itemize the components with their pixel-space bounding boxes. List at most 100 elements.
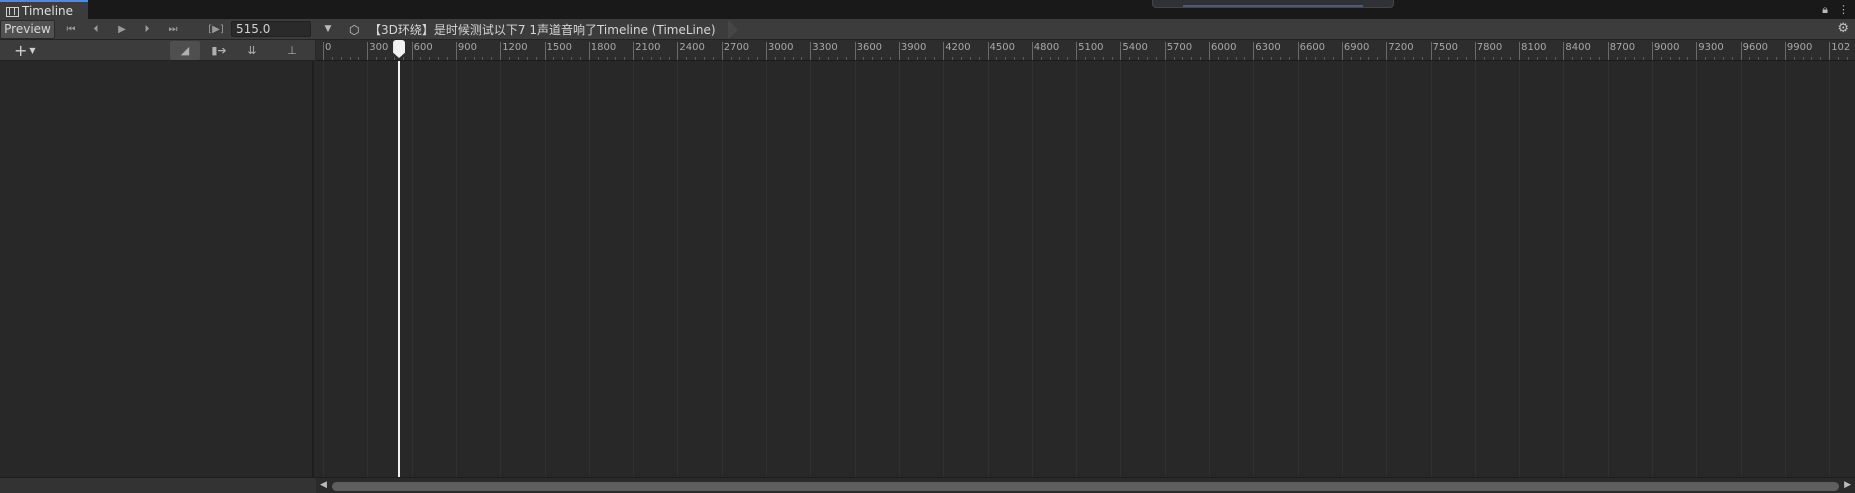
ruler-major-tick <box>1474 42 1476 60</box>
ruler-major-tick <box>1341 42 1343 60</box>
grid-line <box>1430 61 1432 477</box>
snap-button[interactable]: ◢ <box>170 41 200 60</box>
timeline-tab[interactable]: Timeline <box>0 0 88 19</box>
pin-button[interactable]: ⊥ <box>277 41 307 60</box>
ruler-major-tick <box>633 42 635 60</box>
grid-line <box>810 61 812 477</box>
grid-line <box>1164 61 1166 477</box>
ruler-minor-tick <box>881 57 883 60</box>
ruler-minor-tick <box>1501 57 1503 60</box>
ruler-minor-tick <box>792 57 794 60</box>
play-button[interactable]: ▶ <box>109 20 135 39</box>
ruler-minor-tick <box>1731 57 1733 60</box>
ruler-major-tick <box>677 42 679 60</box>
ruler-minor-tick <box>1616 57 1618 60</box>
add-track-button[interactable]: + ▼ <box>14 42 48 59</box>
ruler-minor-tick <box>1368 57 1370 60</box>
ruler-tick-label: 7800 <box>1476 42 1503 53</box>
ruler-tick-label: 0 <box>325 42 332 53</box>
goto-start-button[interactable]: ⏮ <box>58 20 84 39</box>
scroll-left-icon[interactable]: ◀ <box>320 480 327 490</box>
grid-line <box>1607 61 1609 477</box>
ruler-minor-tick <box>828 57 830 60</box>
ruler-minor-tick <box>1687 57 1689 60</box>
grid-line <box>367 61 369 477</box>
ruler-major-tick <box>1563 42 1565 60</box>
ruler-major-tick <box>1120 42 1122 60</box>
ruler-tick-label: 6300 <box>1255 42 1281 53</box>
track-list-panel[interactable] <box>0 61 314 477</box>
lock-icon[interactable]: 🔒︎ <box>1822 3 1828 17</box>
grid-line <box>987 61 989 477</box>
ruler-minor-tick <box>863 57 865 60</box>
time-ruler[interactable]: 0 300 600 900 1200 1500 1800 2100 2400 2700 3000 33… <box>316 40 1855 61</box>
ruler-minor-tick <box>491 57 493 60</box>
ruler-minor-tick <box>934 57 936 60</box>
ruler-major-tick <box>1652 42 1653 60</box>
grid-line <box>1031 61 1033 477</box>
ruler-minor-tick <box>393 57 395 60</box>
ruler-minor-tick <box>1173 57 1175 60</box>
kebab-menu-icon[interactable]: ⋮ <box>1838 3 1849 17</box>
ruler-tick-label: 9000 <box>1654 42 1680 53</box>
ruler-major-tick <box>898 42 900 60</box>
ruler-minor-tick <box>925 57 927 60</box>
next-frame-button[interactable]: ⏵ <box>134 20 160 39</box>
track-content-area[interactable] <box>316 61 1855 477</box>
ruler-minor-tick <box>331 57 333 60</box>
ruler-tick-label: 3600 <box>856 42 883 53</box>
overlay-popup-edge <box>1152 0 1394 8</box>
current-frame-field[interactable]: 515.0 <box>231 21 311 37</box>
ruler-minor-tick <box>597 57 599 60</box>
ruler-minor-tick <box>1403 57 1405 60</box>
grid-line <box>323 61 324 477</box>
grid-line <box>1696 61 1698 477</box>
goto-end-button[interactable]: ⏭ <box>160 20 186 39</box>
ruler-minor-tick <box>1598 57 1600 60</box>
ruler-major-tick <box>1829 42 1831 60</box>
ruler-tick-label: 1800 <box>590 42 617 53</box>
ruler-tick-label: 4200 <box>945 42 971 53</box>
ruler-minor-tick <box>1262 57 1264 60</box>
ruler-minor-tick <box>464 57 466 60</box>
ruler-minor-tick <box>1022 57 1024 60</box>
ruler-minor-tick <box>1589 57 1591 60</box>
scroll-right-icon[interactable]: ▶ <box>1844 480 1851 490</box>
playhead-line[interactable] <box>398 61 401 477</box>
ruler-major-tick <box>1209 42 1210 60</box>
ruler-minor-tick <box>1244 57 1246 60</box>
frame-mode-icon[interactable]: [▶] <box>204 20 228 39</box>
ruler-minor-tick <box>526 57 528 60</box>
ruler-tick-label: 9300 <box>1698 42 1724 53</box>
chevron-down-icon[interactable]: ▼ <box>320 21 336 37</box>
ruler-minor-tick <box>1049 57 1051 60</box>
ruler-minor-tick <box>606 57 608 60</box>
edit-mode-button[interactable]: ⇊ <box>237 41 267 60</box>
breadcrumb[interactable]: ⬡ 【3D环绕】是时候测试以下7 1声道音响了Timeline (TimeLin… <box>345 20 738 39</box>
ruler-minor-tick <box>1306 57 1308 60</box>
ruler-minor-tick <box>1200 57 1202 60</box>
ruler-minor-tick <box>1492 57 1494 60</box>
preview-button[interactable]: Preview <box>0 20 55 39</box>
horizontal-scrollbar[interactable]: ◀ ▶ <box>316 477 1855 493</box>
ruler-minor-tick <box>1315 57 1317 60</box>
ruler-minor-tick <box>845 57 847 60</box>
ruler-minor-tick <box>1581 57 1583 60</box>
ruler-major-tick <box>1430 42 1432 60</box>
ruler-tick-label: 102 <box>1831 42 1851 53</box>
ruler-minor-tick <box>553 57 555 60</box>
grid-line <box>1519 61 1521 477</box>
ruler-minor-tick <box>748 57 750 60</box>
ruler-minor-tick <box>1014 57 1016 60</box>
plus-icon: + <box>14 40 28 60</box>
gear-icon[interactable]: ⚙ <box>1837 21 1849 37</box>
ruler-major-tick <box>1076 42 1078 60</box>
ruler-tick-label: 8100 <box>1521 42 1547 53</box>
ruler-minor-tick <box>1359 57 1361 60</box>
prev-frame-button[interactable]: ⏴ <box>83 20 109 39</box>
cube-icon: ⬡ <box>349 22 360 37</box>
ruler-minor-tick <box>1554 57 1556 60</box>
scrollbar-thumb[interactable] <box>332 482 1839 491</box>
ripple-button[interactable]: ▮➔ <box>204 41 234 60</box>
ruler-tick-label: 9900 <box>1786 42 1813 53</box>
